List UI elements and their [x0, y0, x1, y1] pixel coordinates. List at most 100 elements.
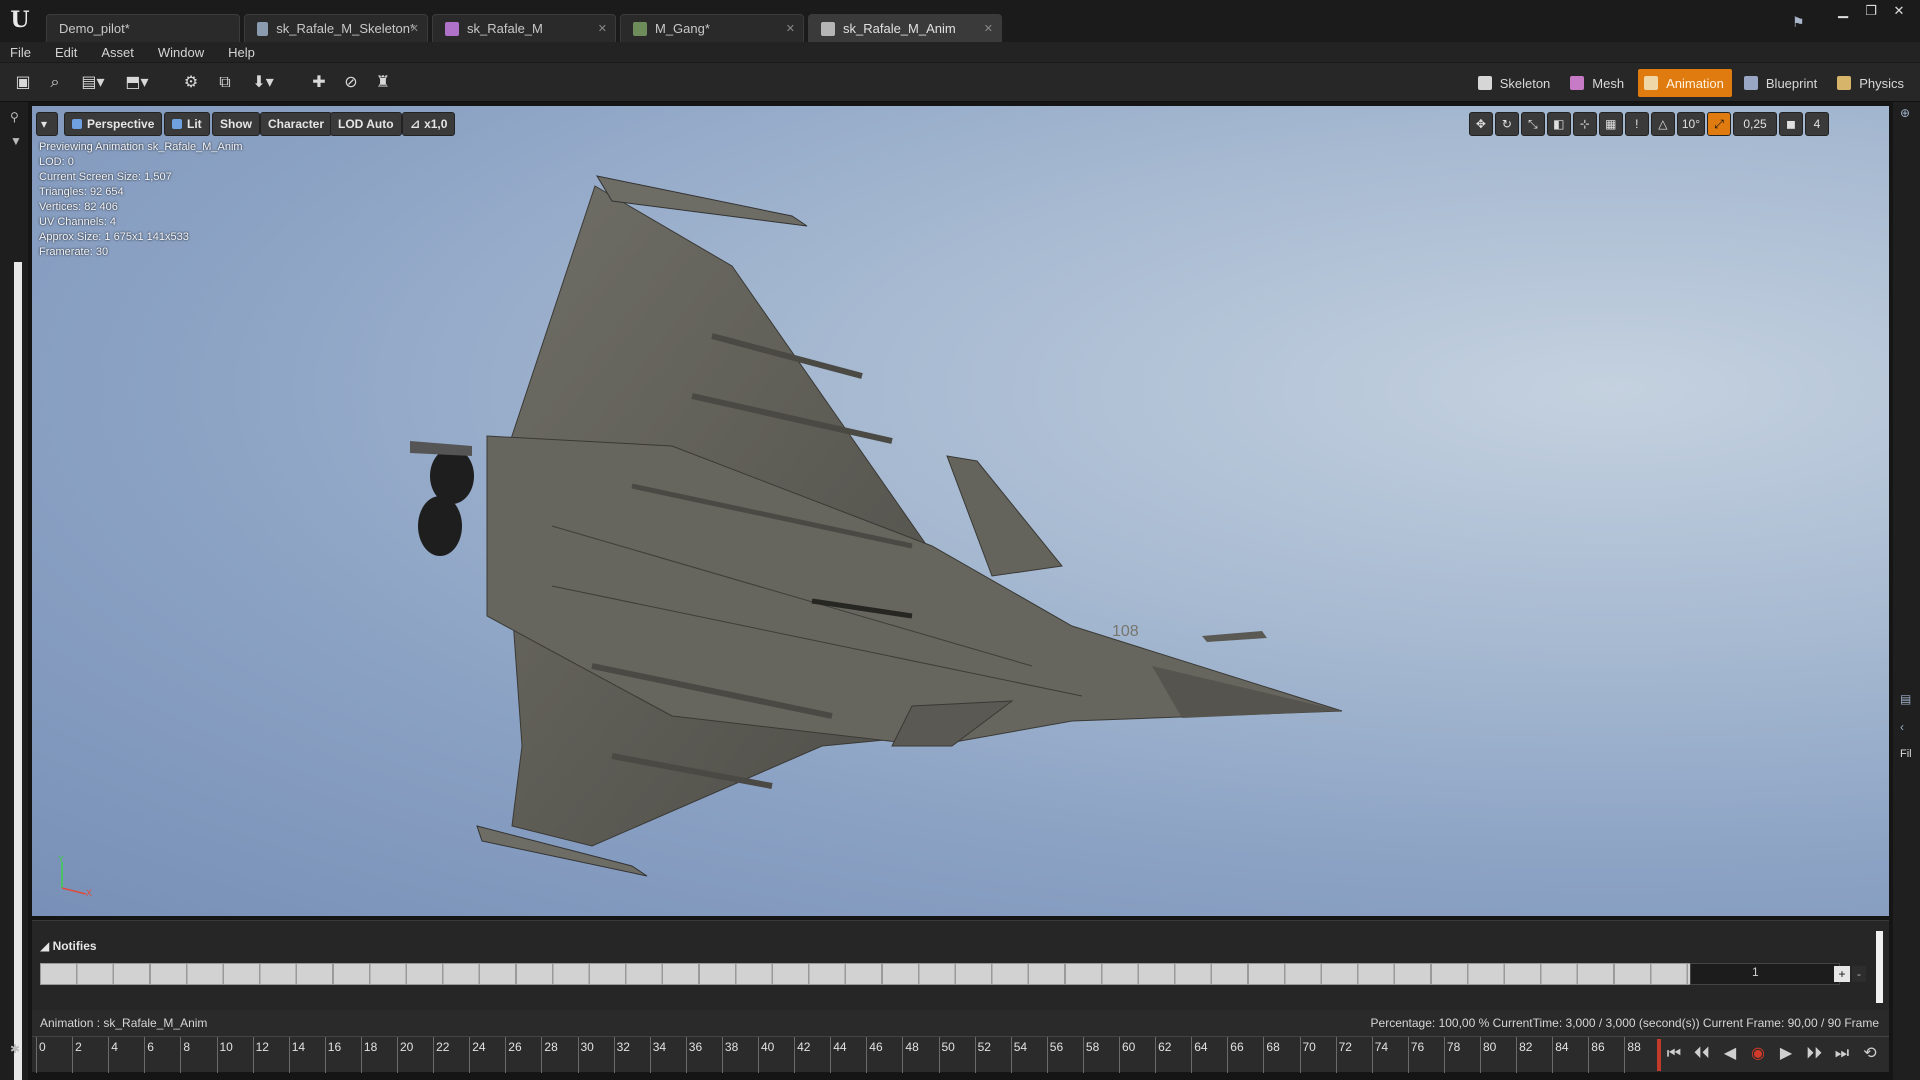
timeline-tick: 56: [1046, 1037, 1063, 1073]
mode-physics[interactable]: Physics: [1831, 69, 1912, 97]
play-icon[interactable]: ▶: [1777, 1043, 1795, 1065]
menu-file[interactable]: File: [10, 45, 31, 60]
feedback-icon[interactable]: ⚑: [1792, 14, 1810, 30]
timeline-tick-label: 6: [147, 1040, 154, 1054]
menu-window[interactable]: Window: [158, 45, 204, 60]
timeline-tick-label: 20: [400, 1040, 414, 1054]
notify-track[interactable]: [40, 963, 1691, 985]
viewport[interactable]: ▾ Perspective Lit Show Character LOD Aut…: [32, 106, 1889, 916]
timeline-tick-label: 74: [1374, 1040, 1389, 1054]
timeline-tick: 78: [1443, 1037, 1460, 1073]
create-asset-icon[interactable]: ▤▾: [76, 72, 110, 94]
tab-demo-pilot[interactable]: Demo_pilot*: [46, 14, 240, 42]
notifies-scrollbar[interactable]: [1876, 931, 1883, 1003]
tab-mesh[interactable]: sk_Rafale_M ✕: [432, 14, 616, 42]
filter-icon[interactable]: ▼: [10, 134, 22, 148]
left-scrollbar[interactable]: [14, 262, 22, 1080]
timeline-tick: 26: [505, 1037, 522, 1073]
disable-icon[interactable]: ⊘: [340, 72, 362, 94]
timeline-tick-label: 54: [1013, 1040, 1028, 1054]
filter-tab-icon[interactable]: Fil: [1900, 748, 1912, 760]
close-icon[interactable]: ✕: [598, 22, 607, 35]
timeline-tick: 44: [830, 1037, 847, 1073]
skeleton-tree-icon[interactable]: ⚲: [10, 110, 19, 124]
record-icon[interactable]: ⧉: [214, 72, 236, 94]
timeline-tick: 10: [216, 1037, 233, 1073]
toolbar: ▣ ⌕ ▤▾ ⬒▾ ⚙ ⧉ ⬇▾ ✚ ⊘ ♜ Skeleton Mesh Ani…: [0, 62, 1920, 102]
timeline-tick: 70: [1299, 1037, 1316, 1073]
reimport-icon[interactable]: ⬒▾: [120, 72, 154, 94]
playhead[interactable]: [1657, 1039, 1661, 1071]
timeline-tick: 84: [1552, 1037, 1569, 1073]
preview-mesh-icon[interactable]: ⚙: [180, 72, 202, 94]
notify-track-end: [1690, 963, 1840, 985]
details-icon[interactable]: ⊕: [1900, 106, 1910, 120]
timeline-tick-label: 10: [219, 1040, 233, 1054]
timeline-tick-label: 80: [1483, 1040, 1497, 1054]
playback-status: Percentage: 100,00 % CurrentTime: 3,000 …: [1370, 1016, 1879, 1030]
collapse-icon[interactable]: ‹: [1900, 720, 1904, 734]
timeline-tick-label: 24: [472, 1040, 486, 1054]
timeline-tick: 48: [902, 1037, 919, 1073]
menu-asset[interactable]: Asset: [101, 45, 134, 60]
timeline-tick-label: 50: [941, 1040, 955, 1054]
timeline-tick-label: 26: [508, 1040, 522, 1054]
unreal-logo-icon[interactable]: U: [6, 6, 34, 34]
transport-controls: ⏮ ⏴⏴ ◀ ◉ ▶ ⏵⏵ ⏭ ⟲: [1665, 1043, 1879, 1065]
add-icon[interactable]: ✚: [308, 72, 330, 94]
animation-icon: [1644, 76, 1659, 90]
menu-help[interactable]: Help: [228, 45, 255, 60]
timeline-tick: 14: [288, 1037, 305, 1073]
timeline-tick: 8: [180, 1037, 190, 1073]
timeline-tick: 80: [1480, 1037, 1496, 1073]
step-back-icon[interactable]: ⏴⏴: [1693, 1043, 1711, 1065]
timeline-ruler[interactable]: 0 2 4 6 8 10 12 14 16 18 20 22 24 26 28 30 32 34 36 38 40 42 4…: [36, 1037, 1661, 1073]
tab-skeleton[interactable]: sk_Rafale_M_Skeleton* ✕: [244, 14, 428, 42]
loop-icon[interactable]: ⟲: [1861, 1043, 1879, 1065]
mode-blueprint[interactable]: Blueprint: [1738, 69, 1825, 97]
timeline-tick-label: 38: [724, 1040, 739, 1054]
mode-switcher: Skeleton Mesh Animation Blueprint Physic…: [1472, 69, 1912, 97]
notify-track-cells: [41, 964, 1691, 984]
timeline-tick-label: 58: [1085, 1040, 1100, 1054]
mode-animation[interactable]: Animation: [1638, 69, 1732, 97]
mode-mesh[interactable]: Mesh: [1564, 69, 1632, 97]
tab-material[interactable]: M_Gang* ✕: [620, 14, 804, 42]
timeline-tick-label: 72: [1338, 1040, 1352, 1054]
character-icon[interactable]: ♜: [372, 72, 394, 94]
timeline-tick: 62: [1155, 1037, 1171, 1073]
list-icon[interactable]: ▤: [1900, 692, 1911, 706]
skip-to-end-icon[interactable]: ⏭: [1833, 1043, 1851, 1065]
close-icon[interactable]: ✕: [786, 22, 795, 35]
close-icon[interactable]: ✕: [984, 22, 993, 35]
close-icon[interactable]: ✕: [410, 22, 419, 35]
step-forward-icon[interactable]: ⏵⏵: [1805, 1043, 1823, 1065]
minimize-icon[interactable]: ▁: [1832, 4, 1854, 18]
timeline-tick-label: 34: [652, 1040, 667, 1054]
timeline[interactable]: 0 2 4 6 8 10 12 14 16 18 20 22 24 26 28 30 32 34 36 38 40 42 4…: [32, 1036, 1889, 1073]
record-icon[interactable]: ◉: [1749, 1043, 1767, 1065]
skeleton-icon: [1477, 76, 1492, 90]
animation-name: Animation : sk_Rafale_M_Anim: [40, 1016, 208, 1030]
notifies-header[interactable]: ◢ Notifies: [40, 939, 97, 953]
skeleton-icon: [257, 21, 269, 36]
play-reverse-icon[interactable]: ◀: [1721, 1043, 1739, 1065]
find-in-browser-icon[interactable]: ⌕: [44, 72, 66, 94]
menu-edit[interactable]: Edit: [55, 45, 77, 60]
export-icon[interactable]: ⬇▾: [246, 72, 280, 94]
tab-label: sk_Rafale_M_Skeleton*: [276, 21, 415, 36]
mode-skeleton[interactable]: Skeleton: [1472, 69, 1559, 97]
timeline-tick-label: 52: [977, 1040, 991, 1054]
save-icon[interactable]: ▣: [12, 72, 34, 94]
maximize-icon[interactable]: ❐: [1860, 4, 1882, 18]
pin-icon[interactable]: ✱: [10, 1042, 20, 1056]
timeline-tick-label: 76: [1410, 1040, 1425, 1054]
timeline-tick-label: 62: [1158, 1040, 1172, 1054]
skip-to-start-icon[interactable]: ⏮: [1665, 1043, 1683, 1065]
track-index: 1: [1752, 965, 1759, 979]
close-window-icon[interactable]: ✕: [1888, 4, 1910, 18]
remove-track-button[interactable]: -: [1852, 966, 1866, 982]
add-track-button[interactable]: +: [1834, 966, 1850, 982]
timeline-tick: 6: [144, 1037, 154, 1073]
tab-animation[interactable]: sk_Rafale_M_Anim ✕: [808, 14, 1002, 42]
